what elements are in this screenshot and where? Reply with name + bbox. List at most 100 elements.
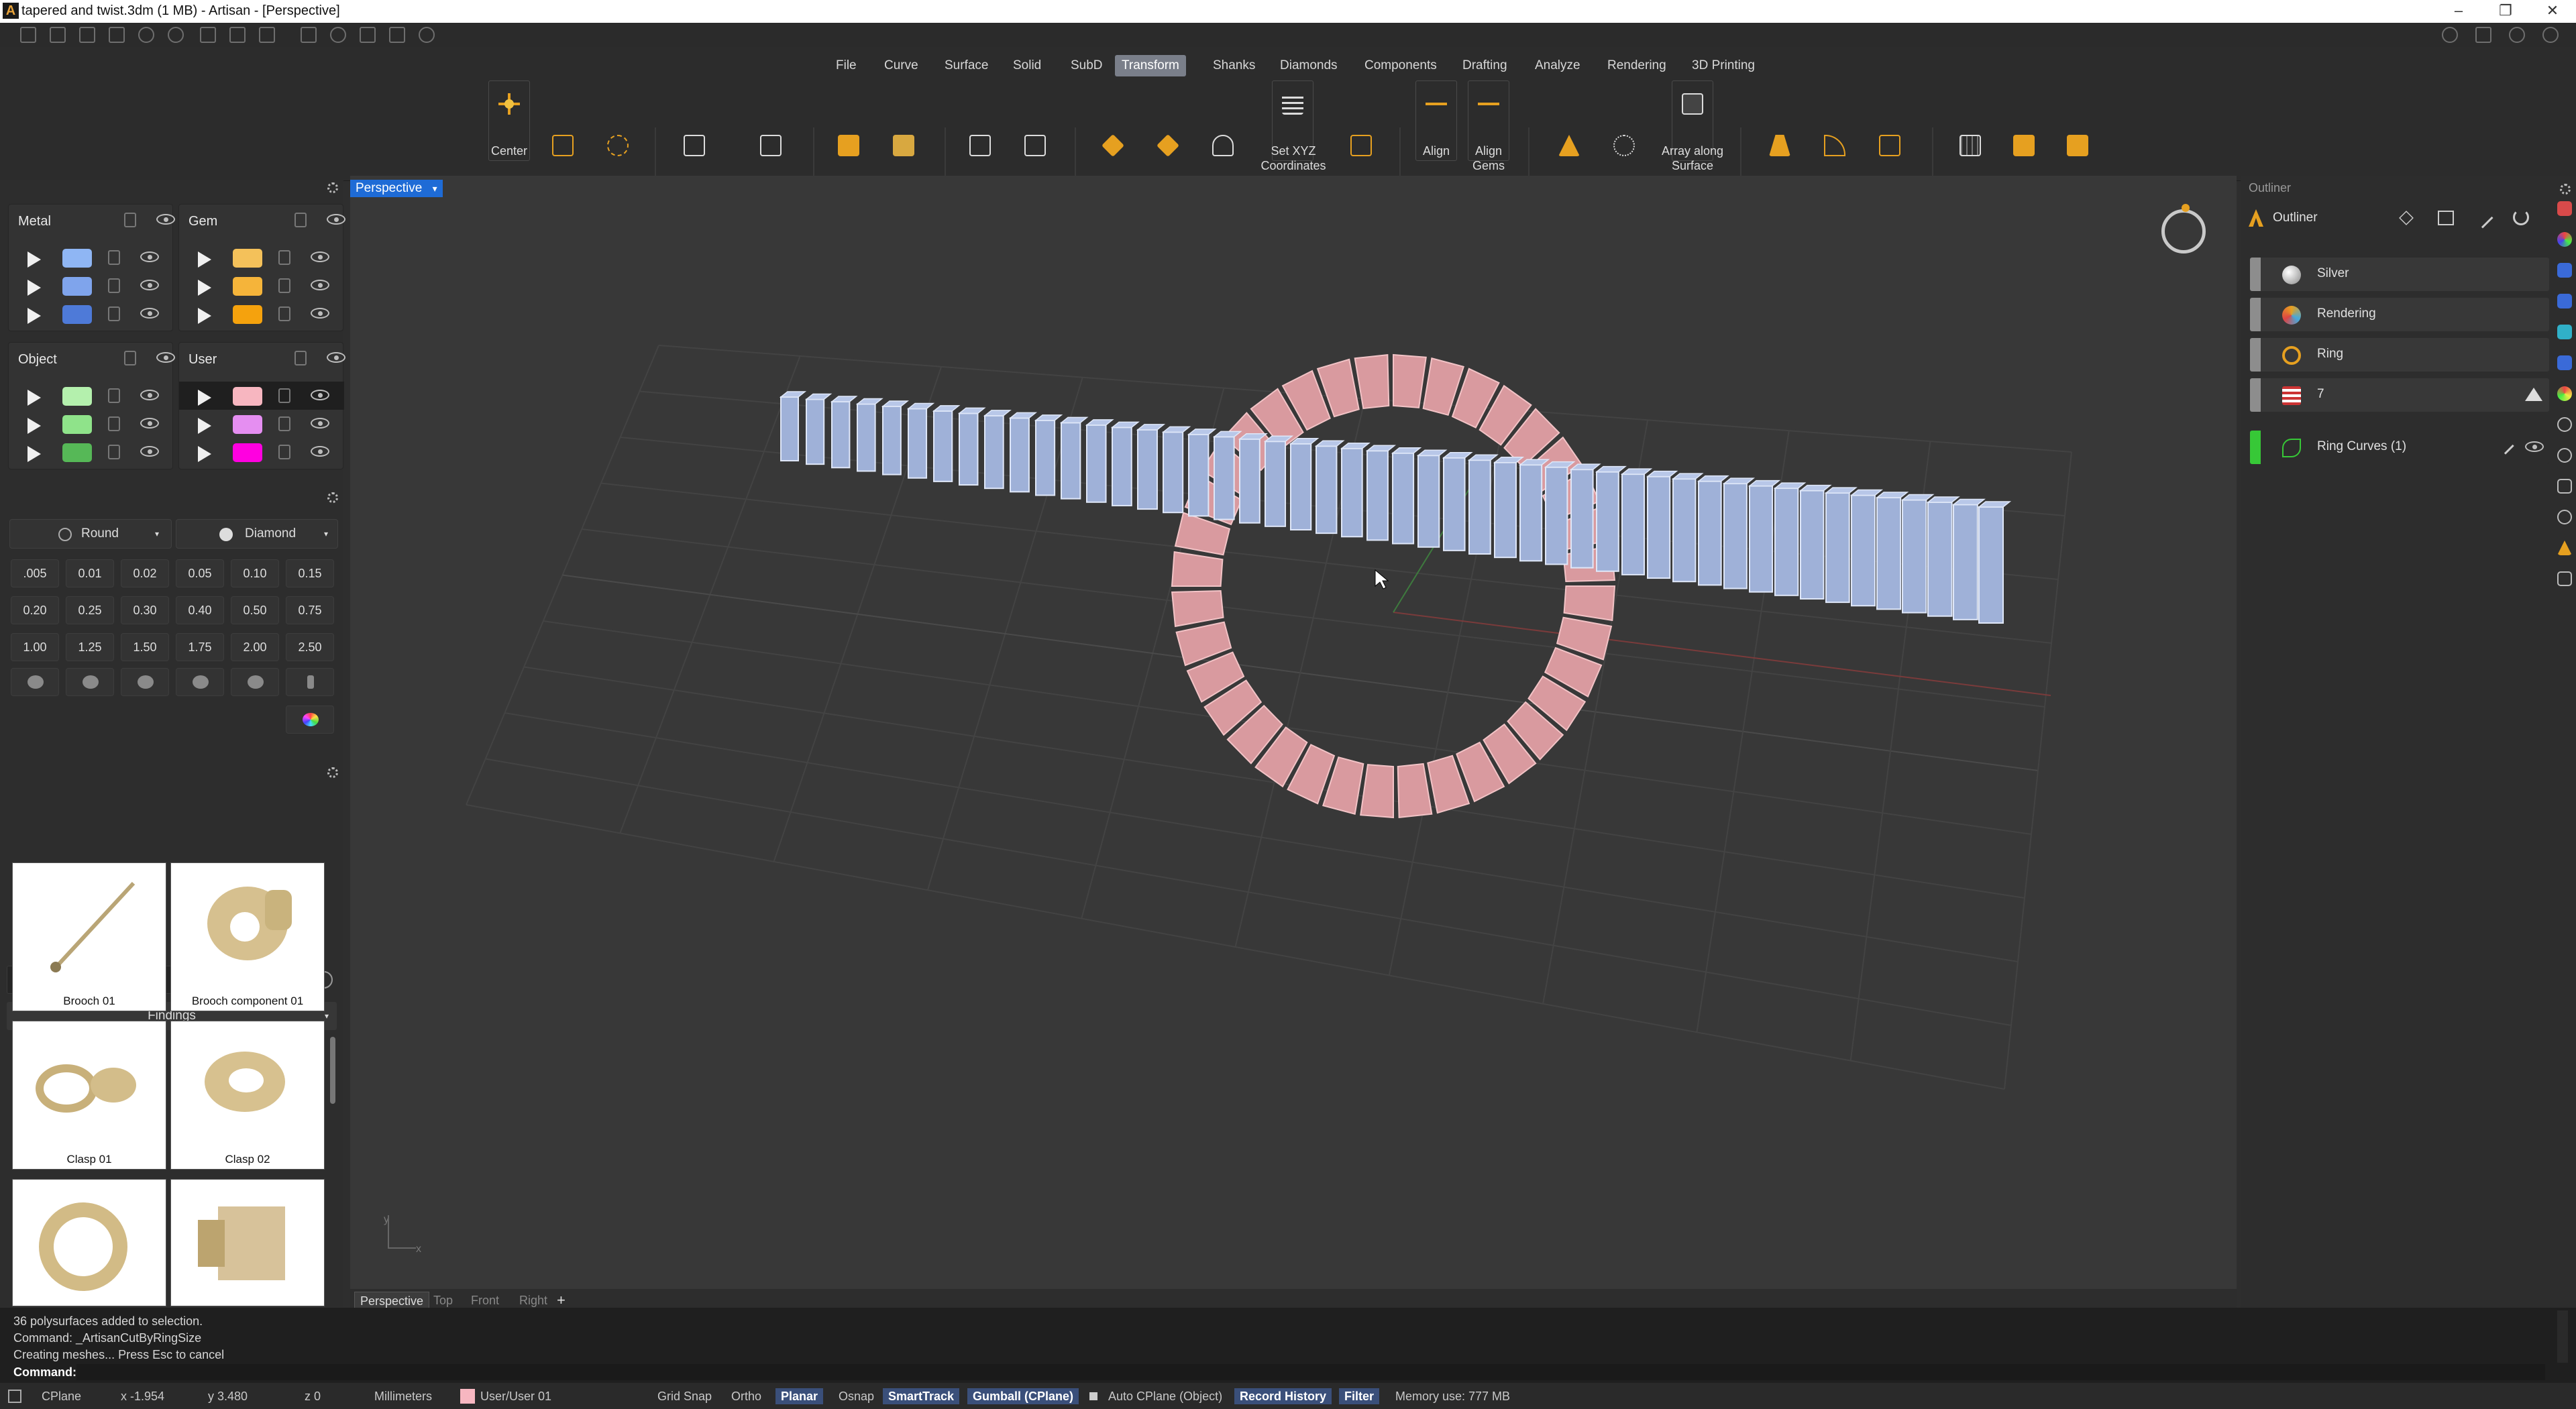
- band-segment[interactable]: [1672, 478, 1697, 583]
- mirror-button[interactable]: [961, 126, 1000, 165]
- band-segment[interactable]: [1902, 499, 1927, 614]
- ring-segment[interactable]: [1360, 764, 1394, 819]
- ring-segment[interactable]: [1393, 353, 1427, 408]
- eye-icon[interactable]: [327, 214, 345, 225]
- band-segment[interactable]: [1112, 427, 1132, 506]
- gem-size-button[interactable]: 0.02: [121, 559, 169, 587]
- band-segment[interactable]: [959, 412, 979, 486]
- move-tool-button[interactable]: [543, 126, 582, 165]
- play-icon[interactable]: [198, 446, 211, 462]
- layer-row[interactable]: [179, 382, 344, 410]
- play-icon[interactable]: [198, 418, 211, 434]
- color-wheel-icon[interactable]: [286, 706, 334, 734]
- library-scrollbar[interactable]: [330, 1037, 335, 1104]
- close-button[interactable]: ✕: [2529, 0, 2576, 23]
- command-input[interactable]: [76, 1364, 2545, 1380]
- array-linear-button[interactable]: [1550, 126, 1589, 165]
- layer-row[interactable]: [9, 243, 174, 272]
- band-segment[interactable]: [1774, 488, 1799, 596]
- band-segment[interactable]: [1035, 419, 1056, 496]
- library-item-lobster-clasp[interactable]: [12, 1179, 166, 1306]
- toggle-grid-snap[interactable]: Grid Snap: [657, 1388, 712, 1404]
- color-swatch[interactable]: [233, 443, 262, 462]
- library-item-brooch-component-01[interactable]: Brooch component 01: [170, 862, 325, 1011]
- tab-analyze[interactable]: Analyze: [1528, 55, 1587, 76]
- band-segment[interactable]: [1137, 429, 1158, 510]
- lock-icon[interactable]: [278, 250, 290, 265]
- band-segment[interactable]: [857, 403, 876, 472]
- eye-icon[interactable]: [140, 446, 159, 457]
- chevron-down-icon[interactable]: ▾: [433, 180, 437, 197]
- maximize-button[interactable]: ❐: [2482, 0, 2529, 23]
- library-item-clasp-02[interactable]: Clasp 02: [170, 1021, 325, 1170]
- gem-size-button[interactable]: 0.20: [11, 596, 59, 624]
- artisan-icon[interactable]: [2557, 541, 2572, 555]
- redo-icon[interactable]: [168, 27, 184, 43]
- library-item-clasp-01[interactable]: Clasp 01: [12, 1021, 166, 1170]
- band-segment[interactable]: [1341, 447, 1363, 538]
- eye-icon[interactable]: [140, 390, 159, 400]
- layers-icon[interactable]: [2557, 294, 2572, 308]
- band-segment[interactable]: [1545, 466, 1568, 565]
- gem-size-button[interactable]: 0.30: [121, 596, 169, 624]
- move-icon[interactable]: [360, 27, 376, 43]
- import-icon[interactable]: [109, 27, 125, 43]
- gem-size-button[interactable]: 0.75: [286, 596, 334, 624]
- properties-icon[interactable]: [2557, 201, 2572, 216]
- layer-row[interactable]: [9, 410, 174, 438]
- color-swatch[interactable]: [62, 277, 92, 296]
- toggle-planar[interactable]: Planar: [775, 1388, 824, 1404]
- band-segment[interactable]: [1392, 452, 1415, 545]
- eye-icon[interactable]: [311, 446, 329, 457]
- layer-row[interactable]: [9, 438, 174, 466]
- band-segment[interactable]: [831, 400, 851, 469]
- play-icon[interactable]: [28, 418, 41, 434]
- gem-shape-pear-icon[interactable]: [176, 668, 224, 696]
- ring-segment[interactable]: [1171, 590, 1224, 628]
- auto-cplane-checkbox[interactable]: [1089, 1392, 1097, 1400]
- lock-icon[interactable]: [294, 213, 307, 227]
- gem-size-button[interactable]: 0.15: [286, 559, 334, 587]
- toggle-gumball[interactable]: Gumball (CPlane): [967, 1388, 1079, 1404]
- band-segment[interactable]: [1978, 506, 2004, 624]
- band-segment[interactable]: [1647, 475, 1671, 579]
- band-segment[interactable]: [1316, 445, 1338, 534]
- gem-cut-dropdown[interactable]: Round ▾: [9, 519, 172, 549]
- band-segment[interactable]: [780, 396, 799, 461]
- play-icon[interactable]: [198, 390, 211, 406]
- band-segment[interactable]: [1570, 469, 1594, 569]
- bend-button[interactable]: [751, 126, 790, 165]
- lock-icon[interactable]: [108, 445, 120, 459]
- band-segment[interactable]: [1086, 424, 1107, 503]
- select-icon[interactable]: [301, 27, 317, 43]
- play-icon[interactable]: [28, 251, 41, 268]
- toggle-ortho[interactable]: Ortho: [731, 1388, 761, 1404]
- band-segment[interactable]: [882, 405, 902, 475]
- outliner-row-ring-size[interactable]: 7: [2250, 378, 2549, 412]
- gem-shape-round-icon[interactable]: [11, 668, 59, 696]
- add-viewport-button[interactable]: +: [551, 1292, 571, 1309]
- gem-shape-oval-icon[interactable]: [66, 668, 114, 696]
- toggle-auto-cplane[interactable]: Auto CPlane (Object): [1108, 1388, 1222, 1404]
- lock-icon[interactable]: [278, 416, 290, 431]
- band-segment[interactable]: [1825, 492, 1850, 604]
- gem-size-button[interactable]: 1.25: [66, 633, 114, 661]
- library-item-brooch-01[interactable]: Brooch 01: [12, 862, 166, 1011]
- tab-diamonds[interactable]: Diamonds: [1273, 55, 1344, 76]
- eye-icon[interactable]: [156, 214, 175, 225]
- environment-icon[interactable]: [2557, 386, 2572, 401]
- gem-shape-marquise-icon[interactable]: [231, 668, 279, 696]
- layer-row[interactable]: [9, 382, 174, 410]
- layer-row[interactable]: [179, 300, 344, 328]
- lock-icon[interactable]: [124, 351, 136, 365]
- current-layer[interactable]: User/User 01: [480, 1388, 551, 1404]
- band-segment[interactable]: [1621, 473, 1646, 575]
- band-segment[interactable]: [908, 408, 928, 479]
- toggle-record-history[interactable]: Record History: [1234, 1388, 1332, 1404]
- eye-icon[interactable]: [327, 352, 345, 363]
- grid-toggle-icon[interactable]: [8, 1390, 21, 1403]
- cage-button[interactable]: [1951, 126, 1990, 165]
- band-segment[interactable]: [1851, 494, 1876, 607]
- gem-size-button[interactable]: 0.50: [231, 596, 279, 624]
- play-icon[interactable]: [28, 308, 41, 324]
